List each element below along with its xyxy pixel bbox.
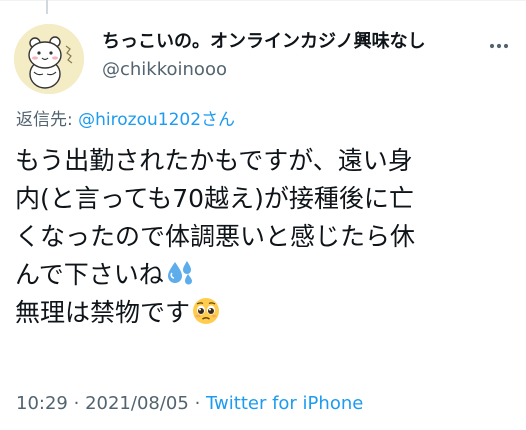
tweet-text-line: もう出勤されたかもですが、遠い身 [15, 146, 413, 175]
tweet-text-line: 内(と言っても70越え)が接種後に亡 [15, 184, 414, 213]
sweat-droplets-icon [165, 258, 195, 288]
tweet-text-line-with-emoji: 無理は禁物です [15, 294, 515, 332]
divider [0, 0, 526, 1]
tweet-text-segment: んで下さいね [15, 260, 164, 289]
tweet-meta: 10:29 · 2021/08/05 · Twitter for iPhone [16, 392, 363, 416]
tweet-text-line: くなったので体調悪いと感じたら休 [15, 222, 416, 251]
tweet: ちっこいの。オンラインカジノ興味なし @chikkoinooo 返信先: @hi… [0, 0, 526, 430]
tweet-date[interactable]: 2021/08/05 [85, 393, 189, 414]
tweet-text-segment: 無理は禁物です [15, 298, 191, 327]
separator-dot: · [73, 393, 80, 414]
pleading-face-icon [191, 296, 221, 326]
tweet-source-link[interactable]: Twitter for iPhone [206, 393, 363, 414]
more-options-button[interactable] [484, 36, 514, 56]
thread-connector [46, 0, 48, 14]
tweet-text: もう出勤されたかもですが、遠い身 内(と言っても70越え)が接種後に亡 くなった… [15, 142, 515, 332]
author-info: ちっこいの。オンラインカジノ興味なし @chikkoinooo [102, 30, 426, 82]
display-name[interactable]: ちっこいの。オンラインカジノ興味なし [102, 30, 426, 54]
reply-prefix: 返信先: [16, 110, 73, 130]
more-horizontal-icon [489, 43, 509, 49]
reply-to-link[interactable]: @hirozou1202さん [78, 110, 235, 130]
user-handle[interactable]: @chikkoinooo [102, 58, 426, 82]
separator-dot: · [194, 393, 201, 414]
replying-to: 返信先: @hirozou1202さん [16, 108, 235, 132]
tweet-text-line-with-emoji: んで下さいね [15, 256, 515, 294]
tweet-time[interactable]: 10:29 [16, 393, 68, 414]
avatar[interactable] [14, 24, 84, 94]
bear-mascot-icon [14, 24, 84, 94]
